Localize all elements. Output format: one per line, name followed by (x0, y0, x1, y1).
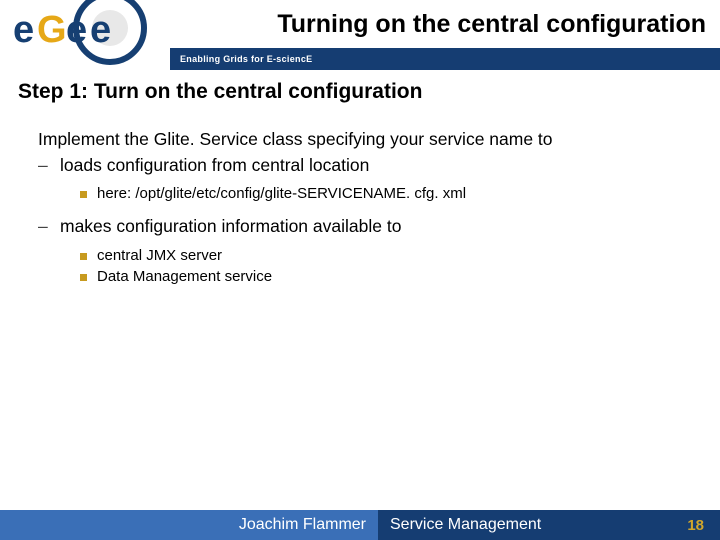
page-number: 18 (687, 517, 704, 534)
logo-letter: G (37, 9, 67, 51)
slide-title: Turning on the central configuration (277, 10, 706, 39)
square-text: Data Management service (97, 266, 272, 288)
footer-author-box: Joachim Flammer (0, 510, 378, 540)
egee-logo-icon: e G e e (8, 0, 168, 70)
logo-letter: e (13, 9, 34, 51)
dash-bullet-icon: – (38, 215, 52, 239)
square-item: central JMX server (80, 245, 702, 267)
footer-subject: Service Management (390, 516, 541, 534)
tagline-text: Enabling Grids for E-sciencE (180, 54, 312, 64)
title-bar: Turning on the central configuration (170, 0, 720, 48)
square-text: here: /opt/glite/etc/config/glite-SERVIC… (97, 183, 466, 205)
square-bullet-icon (80, 191, 87, 198)
footer-subject-box: Service Management 18 (378, 510, 720, 540)
logo: e G e e (0, 0, 170, 72)
square-bullet-icon (80, 274, 87, 281)
dash-item: – makes configuration information availa… (38, 215, 702, 239)
footer: Joachim Flammer Service Management 18 (0, 510, 720, 540)
header: e G e e Turning on the central configura… (0, 0, 720, 72)
step-title: Step 1: Turn on the central configuratio… (18, 80, 702, 104)
square-item: here: /opt/glite/etc/config/glite-SERVIC… (80, 183, 702, 205)
content: Step 1: Turn on the central configuratio… (18, 80, 702, 288)
dash-bullet-icon: – (38, 154, 52, 178)
dash-text: loads configuration from central locatio… (60, 154, 369, 178)
square-item: Data Management service (80, 266, 702, 288)
intro-text: Implement the Glite. Service class speci… (38, 128, 702, 152)
tagline-strip: Enabling Grids for E-sciencE (170, 48, 720, 70)
square-text: central JMX server (97, 245, 222, 267)
dash-text: makes configuration information availabl… (60, 215, 401, 239)
footer-author: Joachim Flammer (239, 516, 366, 534)
square-bullet-icon (80, 253, 87, 260)
logo-letter: e (66, 9, 87, 51)
dash-item: – loads configuration from central locat… (38, 154, 702, 178)
logo-letter: e (90, 9, 111, 51)
